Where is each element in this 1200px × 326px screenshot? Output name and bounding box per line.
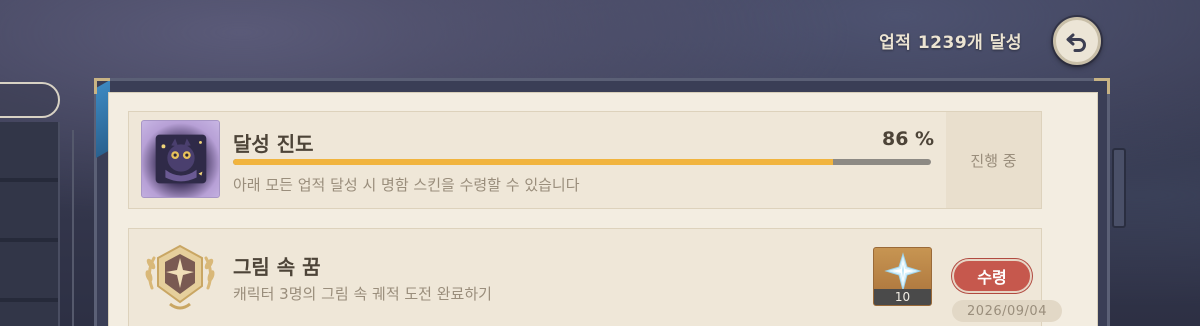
back-button[interactable] bbox=[1053, 17, 1101, 65]
claim-button[interactable]: 수령 bbox=[952, 259, 1032, 293]
side-list-panel bbox=[0, 122, 60, 326]
progress-percent: 86 % bbox=[882, 128, 935, 150]
side-divider bbox=[72, 130, 74, 326]
progress-bar bbox=[233, 159, 931, 165]
namecard-skin-icon bbox=[141, 120, 220, 198]
progress-bar-fill bbox=[233, 159, 834, 165]
scrollbar-handle[interactable] bbox=[1112, 148, 1126, 228]
reward-item[interactable]: 10 bbox=[873, 247, 932, 306]
side-tab-pill[interactable] bbox=[0, 82, 60, 118]
progress-description: 아래 모든 업적 달성 시 명함 스킨을 수령할 수 있습니다 bbox=[233, 176, 580, 194]
reward-quantity: 10 bbox=[874, 289, 931, 305]
achievement-description: 캐릭터 3명의 그림 속 궤적 도전 완료하기 bbox=[233, 285, 492, 303]
achievement-count: 업적 1239개 달성 bbox=[879, 33, 1022, 53]
achievement-date: 2026/09/04 bbox=[952, 300, 1062, 322]
primogem-icon bbox=[884, 252, 922, 292]
progress-title: 달성 진도 bbox=[233, 132, 314, 156]
achievement-badge-icon bbox=[140, 236, 220, 316]
back-arrow-icon bbox=[1066, 33, 1086, 52]
status-badge: 진행 중 bbox=[946, 112, 1041, 208]
achievement-title: 그림 속 꿈 bbox=[233, 255, 321, 279]
